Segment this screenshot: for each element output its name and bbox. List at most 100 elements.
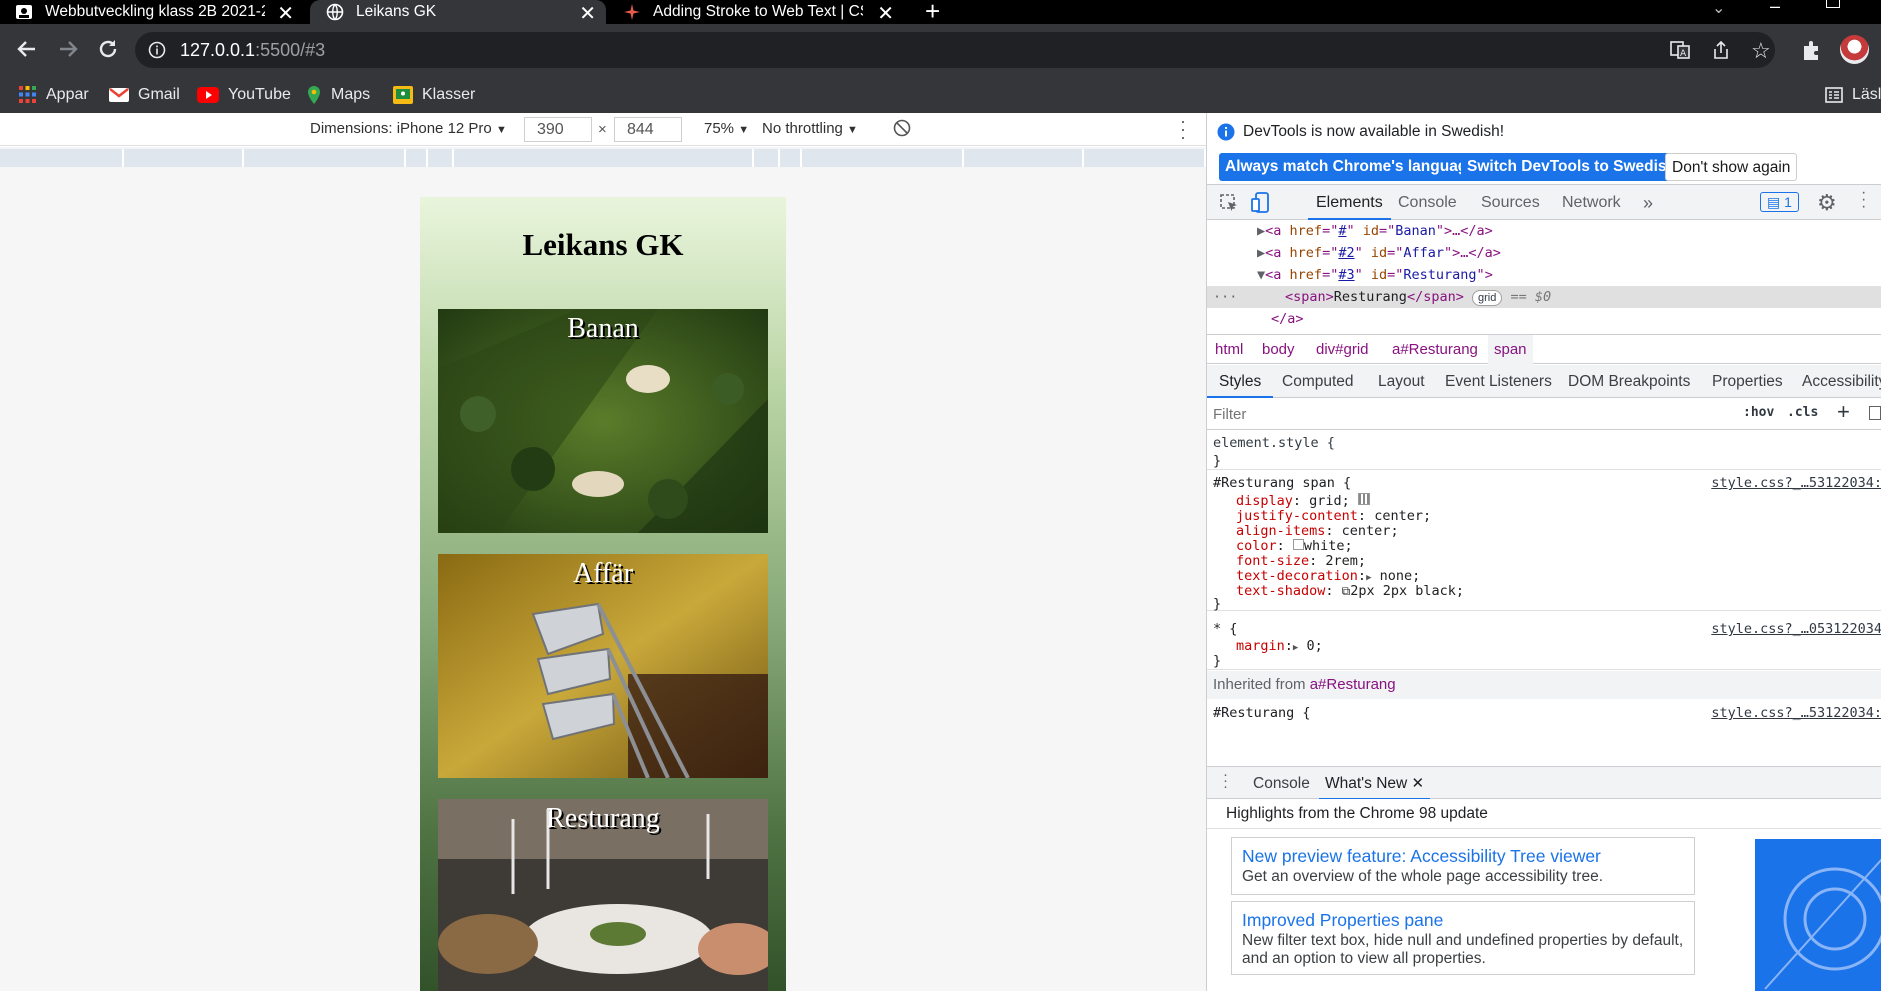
address-bar[interactable]: 127.0.0.1:5500/#3 A ☆ [135,32,1775,68]
styles-filter-input[interactable] [1213,403,1733,425]
site-info-icon[interactable] [148,41,166,59]
browser-tab-leikans[interactable]: Leikans GK ✕ [310,0,606,24]
bookmark-maps[interactable]: Maps [306,76,370,113]
ellipsis-icon[interactable]: ··· [1213,286,1237,308]
grid-editor-icon[interactable] [1357,493,1370,505]
reading-list-button[interactable]: Läsl [1825,76,1881,113]
zoom-select[interactable]: 75% ▼ [704,120,749,137]
tab-styles[interactable]: Styles [1207,365,1274,398]
css-declaration[interactable]: margin:▶ 0; [1236,637,1323,655]
breadcrumb-div-grid[interactable]: div#grid [1310,335,1375,365]
media-query-bar[interactable] [454,149,754,167]
media-query-bar[interactable] [780,149,802,167]
dom-attr-value[interactable]: #3 [1338,267,1354,283]
rule-source-link[interactable]: style.css?_…053122034 [1711,620,1881,638]
bookmark-gmail[interactable]: Gmail [109,76,180,113]
profile-avatar[interactable] [1840,35,1869,64]
maximize-window-button[interactable] [1826,0,1840,8]
bookmark-klasser[interactable]: Klasser [393,76,475,113]
media-query-bar[interactable] [0,149,124,167]
new-rule-plus-icon[interactable]: + [1837,399,1850,425]
tab-properties[interactable]: Properties [1712,365,1783,398]
toggle-sidebar-icon[interactable] [1869,406,1881,420]
dom-node-affar[interactable]: ▶<a href="#2" id="Affar">…</a> [1257,242,1501,264]
inherited-from-link[interactable]: a#Resturang [1310,676,1396,693]
media-query-bar[interactable] [406,149,428,167]
reload-button[interactable] [95,36,121,67]
css-declaration[interactable]: text-shadow: ⧉2px 2px black; [1236,582,1464,600]
rule-source-link[interactable]: style.css?_…53122034: [1711,704,1881,722]
forward-button[interactable] [55,36,81,67]
nav-link-affar[interactable]: Affär [438,554,768,778]
whats-new-item[interactable]: New preview feature: Accessibility Tree … [1231,837,1695,895]
color-swatch-white[interactable] [1292,539,1304,550]
device-height-input[interactable]: 844 [614,117,682,142]
tab-computed[interactable]: Computed [1282,365,1354,398]
always-match-language-button[interactable]: Always match Chrome's language [1219,153,1482,181]
rule-selector[interactable]: #Resturang { [1213,704,1311,722]
translate-icon[interactable]: A [1670,40,1690,65]
bookmark-appar[interactable]: Appar [18,76,89,113]
breadcrumb-span[interactable]: span [1488,335,1533,365]
bookmark-star-icon[interactable]: ☆ [1751,38,1771,64]
grid-badge[interactable]: grid [1471,290,1503,306]
media-query-bar[interactable] [1084,149,1206,167]
media-query-bar[interactable] [802,149,964,167]
media-query-bar[interactable] [428,149,454,167]
shadow-editor-icon[interactable]: ⧉ [1342,584,1351,598]
media-query-bar[interactable] [124,149,244,167]
media-query-bar[interactable] [244,149,406,167]
dont-show-again-button[interactable]: Don't show again [1665,153,1798,181]
share-icon[interactable] [1711,40,1731,65]
tab-layout[interactable]: Layout [1378,365,1425,398]
tab-dom-breakpoints[interactable]: DOM Breakpoints [1568,365,1690,398]
device-width-input[interactable]: 390 [524,117,592,142]
whats-new-item-title[interactable]: Improved Properties pane [1242,908,1684,932]
nav-link-resturang[interactable]: Resturang [438,799,768,991]
tab-network[interactable]: Network [1562,185,1621,220]
issues-badge[interactable]: ▤ 1 [1760,192,1799,212]
expand-triangle-icon[interactable]: ▶ [1293,643,1298,653]
close-tab-icon[interactable]: ✕ [277,1,294,24]
tab-accessibility[interactable]: Accessibility [1802,365,1881,398]
media-query-bar[interactable] [754,149,780,167]
bookmark-youtube[interactable]: YouTube [197,76,291,113]
device-select[interactable]: Dimensions: iPhone 12 Pro ▼ [310,120,507,137]
nav-link-banan[interactable]: Banan [438,309,768,533]
switch-to-swedish-button[interactable]: Switch DevTools to Swedish [1461,153,1682,181]
breadcrumb-html[interactable]: html [1209,335,1249,365]
throttling-select[interactable]: No throttling ▼ [762,120,858,137]
minimize-window-button[interactable]: – [1770,0,1780,17]
drawer-tab-console[interactable]: Console [1253,767,1310,800]
dom-node-span-selected[interactable]: ··· <span>Resturang</span> grid == $0 [1207,286,1881,308]
whats-new-item-title[interactable]: New preview feature: Accessibility Tree … [1242,844,1684,868]
settings-gear-icon[interactable]: ⚙ [1817,190,1837,216]
inspect-element-icon[interactable] [1219,193,1239,217]
browser-tab-adding-stroke[interactable]: Adding Stroke to Web Text | CSS ✕ [622,0,904,24]
tab-event-listeners[interactable]: Event Listeners [1445,365,1552,398]
tab-sources[interactable]: Sources [1481,185,1540,220]
breadcrumb-body[interactable]: body [1256,335,1301,365]
dom-node-resturang[interactable]: ▼<a href="#3" id="Resturang"> [1257,264,1493,286]
close-tab-icon[interactable]: ✕ [877,1,894,24]
tab-elements[interactable]: Elements [1308,185,1391,220]
devtools-menu-icon[interactable]: · · · [1861,185,1866,215]
device-toolbar-toggle-icon[interactable] [1251,192,1271,218]
dom-attr-value[interactable]: #2 [1338,245,1354,261]
dom-node-banan[interactable]: ▶<a href="#" id="Banan">…</a> [1257,220,1493,242]
more-tabs-button[interactable]: » [1643,185,1653,220]
hov-toggle[interactable]: :hov [1743,405,1774,420]
rule-selector[interactable]: #Resturang span { [1213,474,1351,492]
drawer-tab-whats-new[interactable]: What's New ✕ [1319,767,1431,800]
whats-new-item[interactable]: Improved Properties pane New filter text… [1231,901,1695,975]
media-query-bar[interactable] [964,149,1084,167]
new-tab-button[interactable]: + [925,0,940,27]
more-options-icon[interactable]: · · · [1180,112,1186,146]
drawer-menu-icon[interactable]: · · · [1223,767,1228,794]
tab-search-icon[interactable]: ⌄ [1712,0,1725,18]
dom-attr-value[interactable]: # [1338,223,1346,239]
back-button[interactable] [14,36,40,67]
cls-toggle[interactable]: .cls [1787,405,1818,420]
rotate-icon[interactable] [892,118,912,142]
extensions-icon[interactable] [1800,38,1824,67]
